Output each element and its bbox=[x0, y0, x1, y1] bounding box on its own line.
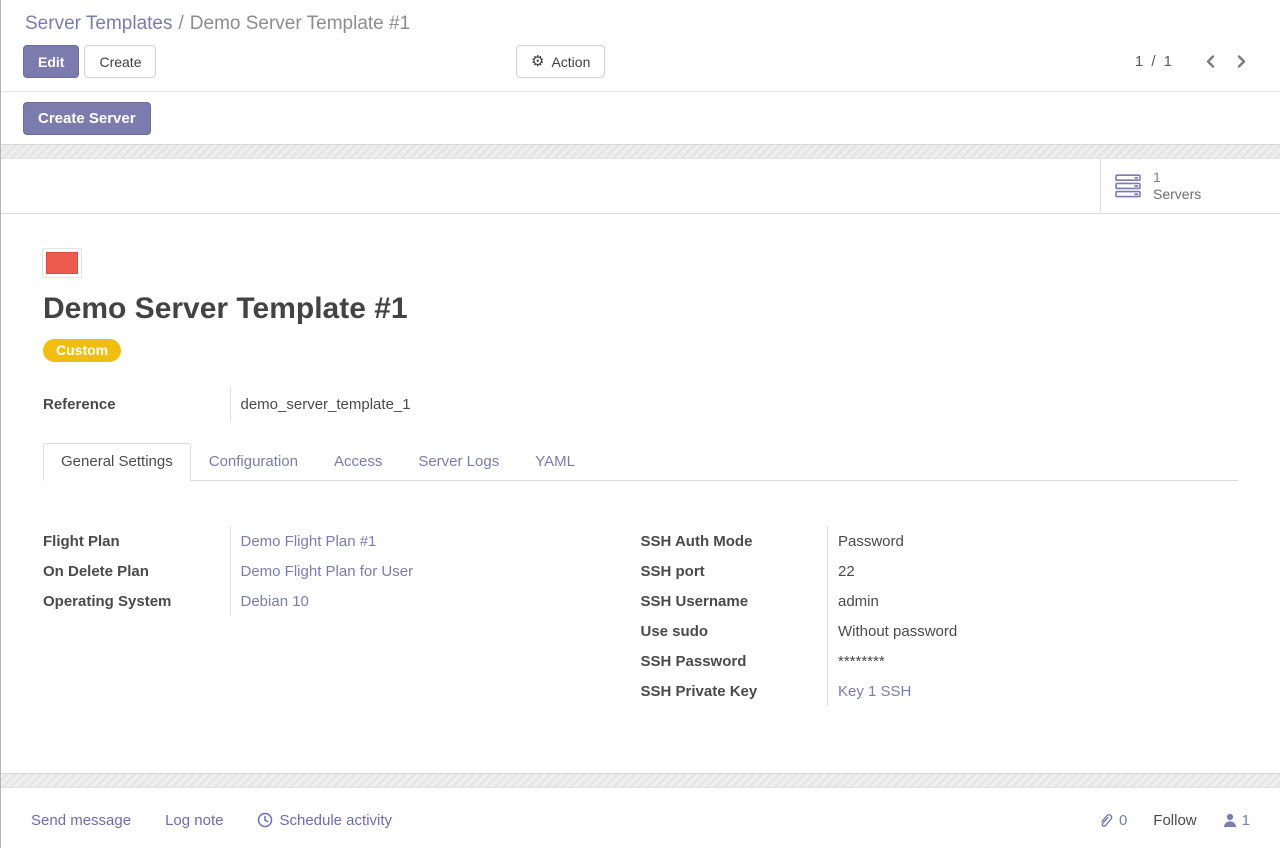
breadcrumb-current: Demo Server Template #1 bbox=[190, 13, 410, 34]
person-icon bbox=[1223, 813, 1237, 828]
on-delete-plan-value-link[interactable]: Demo Flight Plan for User bbox=[241, 563, 414, 580]
servers-stat-button[interactable]: 1 Servers bbox=[1100, 159, 1280, 213]
servers-stat-label: Servers bbox=[1153, 186, 1201, 204]
chatter-bar: Send message Log note Schedule activity … bbox=[1, 788, 1280, 846]
reference-label: Reference bbox=[43, 387, 230, 422]
gear-icon: ⚙ bbox=[531, 54, 544, 69]
create-button[interactable]: Create bbox=[84, 45, 156, 78]
tab-configuration[interactable]: Configuration bbox=[191, 443, 316, 481]
left-field-group: Flight Plan Demo Flight Plan #1 On Delet… bbox=[43, 526, 641, 706]
ssh-username-value: admin bbox=[828, 586, 1239, 616]
tab-general-settings[interactable]: General Settings bbox=[43, 443, 191, 481]
chevron-right-icon bbox=[1235, 54, 1248, 69]
create-server-button[interactable]: Create Server bbox=[23, 102, 151, 135]
ssh-port-label: SSH port bbox=[641, 556, 828, 586]
tab-access[interactable]: Access bbox=[316, 443, 400, 481]
divider-top bbox=[1, 144, 1280, 159]
follow-button[interactable]: Follow bbox=[1153, 812, 1196, 829]
servers-icon bbox=[1115, 174, 1142, 198]
attachments-count: 0 bbox=[1119, 812, 1127, 829]
general-settings-panel: Flight Plan Demo Flight Plan #1 On Delet… bbox=[43, 481, 1238, 706]
use-sudo-label: Use sudo bbox=[641, 616, 828, 646]
ssh-private-key-value-link[interactable]: Key 1 SSH bbox=[838, 683, 911, 700]
stat-button-row: 1 Servers bbox=[1, 159, 1280, 214]
ssh-port-value: 22 bbox=[828, 556, 1239, 586]
field-row-ssh-password: SSH Password ******** bbox=[641, 646, 1239, 676]
tab-yaml[interactable]: YAML bbox=[517, 443, 593, 481]
ssh-password-value: ******** bbox=[828, 646, 1239, 676]
followers-button[interactable]: 1 bbox=[1223, 812, 1250, 829]
pager-count: 1 / 1 bbox=[1135, 53, 1174, 70]
custom-badge: Custom bbox=[43, 339, 121, 362]
pager-next-button[interactable] bbox=[1233, 52, 1250, 71]
reference-field-group: Reference demo_server_template_1 bbox=[43, 387, 411, 422]
field-row-reference: Reference demo_server_template_1 bbox=[43, 387, 411, 422]
field-row-ssh-username: SSH Username admin bbox=[641, 586, 1239, 616]
flight-plan-value-link[interactable]: Demo Flight Plan #1 bbox=[241, 533, 377, 550]
breadcrumb: Server Templates/Demo Server Template #1 bbox=[1, 0, 1280, 35]
on-delete-plan-label: On Delete Plan bbox=[43, 556, 230, 586]
send-message-button[interactable]: Send message bbox=[31, 812, 131, 829]
operating-system-label: Operating System bbox=[43, 586, 230, 616]
edit-button[interactable]: Edit bbox=[23, 45, 79, 78]
field-row-ssh-port: SSH port 22 bbox=[641, 556, 1239, 586]
ssh-private-key-label: SSH Private Key bbox=[641, 676, 828, 706]
ssh-username-label: SSH Username bbox=[641, 586, 828, 616]
record-title: Demo Server Template #1 bbox=[43, 292, 1238, 326]
tab-server-logs[interactable]: Server Logs bbox=[400, 443, 517, 481]
statusbar: Create Server bbox=[1, 91, 1280, 144]
paperclip-icon bbox=[1098, 812, 1114, 829]
schedule-activity-label: Schedule activity bbox=[279, 812, 392, 829]
field-row-flight-plan: Flight Plan Demo Flight Plan #1 bbox=[43, 526, 617, 556]
field-row-ssh-private-key: SSH Private Key Key 1 SSH bbox=[641, 676, 1239, 706]
field-row-operating-system: Operating System Debian 10 bbox=[43, 586, 617, 616]
action-button-label: Action bbox=[551, 54, 590, 70]
right-field-group: SSH Auth Mode Password SSH port 22 SSH U… bbox=[641, 526, 1239, 706]
attachments-button[interactable]: 0 bbox=[1098, 812, 1127, 829]
notebook-tabs: General Settings Configuration Access Se… bbox=[43, 443, 1238, 481]
control-panel-buttons: Edit Create ⚙ Action 1 / 1 bbox=[1, 35, 1280, 91]
chatter-actions: Send message Log note Schedule activity bbox=[31, 812, 392, 829]
form-sheet: 1 Servers Demo Server Template #1 Custom… bbox=[1, 159, 1280, 773]
field-row-use-sudo: Use sudo Without password bbox=[641, 616, 1239, 646]
chatter-status: 0 Follow 1 bbox=[1098, 812, 1250, 829]
clock-icon bbox=[257, 812, 273, 828]
reference-value: demo_server_template_1 bbox=[230, 387, 411, 422]
followers-count: 1 bbox=[1242, 812, 1250, 829]
divider-bottom bbox=[1, 773, 1280, 788]
log-note-button[interactable]: Log note bbox=[165, 812, 223, 829]
ssh-auth-mode-label: SSH Auth Mode bbox=[641, 526, 828, 556]
breadcrumb-parent-link[interactable]: Server Templates bbox=[25, 13, 173, 34]
field-row-ssh-auth-mode: SSH Auth Mode Password bbox=[641, 526, 1239, 556]
record-image bbox=[43, 249, 81, 277]
servers-stat-value: 1 bbox=[1153, 169, 1201, 187]
ssh-auth-mode-value: Password bbox=[828, 526, 1239, 556]
field-row-on-delete-plan: On Delete Plan Demo Flight Plan for User bbox=[43, 556, 617, 586]
ssh-password-label: SSH Password bbox=[641, 646, 828, 676]
chevron-left-icon bbox=[1204, 54, 1217, 69]
sheet-content: Demo Server Template #1 Custom Reference… bbox=[1, 249, 1280, 706]
pager-previous-button[interactable] bbox=[1202, 52, 1219, 71]
flight-plan-label: Flight Plan bbox=[43, 526, 230, 556]
breadcrumb-separator: / bbox=[173, 13, 190, 34]
action-button[interactable]: ⚙ Action bbox=[516, 45, 605, 78]
pager: 1 / 1 bbox=[1135, 52, 1250, 71]
use-sudo-value: Without password bbox=[828, 616, 1239, 646]
schedule-activity-button[interactable]: Schedule activity bbox=[257, 812, 392, 829]
operating-system-value-link[interactable]: Debian 10 bbox=[241, 593, 309, 610]
